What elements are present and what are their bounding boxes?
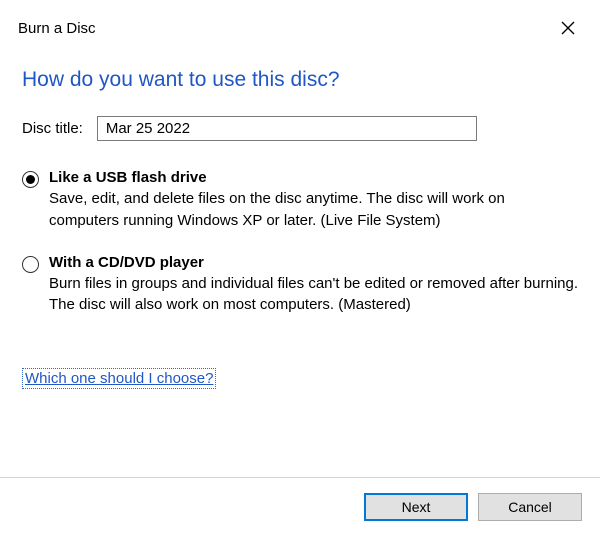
disc-title-row: Disc title: [22, 116, 578, 141]
disc-title-label: Disc title: [22, 120, 83, 137]
content-area: How do you want to use this disc? Disc t… [0, 50, 600, 389]
close-icon [561, 21, 575, 35]
dialog-footer: Next Cancel [0, 477, 600, 535]
radio-usb-flash-drive[interactable] [22, 171, 39, 188]
cancel-button[interactable]: Cancel [478, 493, 582, 521]
page-heading: How do you want to use this disc? [22, 68, 578, 92]
option-cd-dvd-player[interactable]: With a CD/DVD player Burn files in group… [22, 254, 578, 317]
option-usb-desc: Save, edit, and delete files on the disc… [49, 188, 578, 232]
next-button[interactable]: Next [364, 493, 468, 521]
option-usb-title: Like a USB flash drive [49, 169, 578, 186]
titlebar: Burn a Disc [0, 0, 600, 50]
radio-cd-dvd-player[interactable] [22, 256, 39, 273]
window-title: Burn a Disc [18, 20, 96, 37]
option-usb-flash-drive[interactable]: Like a USB flash drive Save, edit, and d… [22, 169, 578, 232]
disc-title-input[interactable] [97, 116, 477, 141]
option-cddvd-desc: Burn files in groups and individual file… [49, 273, 578, 317]
option-usb-body: Like a USB flash drive Save, edit, and d… [49, 169, 578, 232]
help-link-which-one[interactable]: Which one should I choose? [22, 368, 216, 389]
burn-disc-dialog: Burn a Disc How do you want to use this … [0, 0, 600, 535]
close-button[interactable] [554, 14, 582, 42]
option-cddvd-body: With a CD/DVD player Burn files in group… [49, 254, 578, 317]
option-cddvd-title: With a CD/DVD player [49, 254, 578, 271]
